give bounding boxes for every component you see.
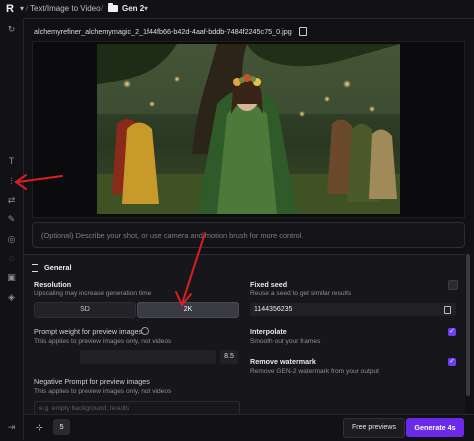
seed-input[interactable]: 1144356235 xyxy=(250,303,456,316)
presets-icon[interactable]: ◌ xyxy=(6,253,17,264)
prompt-weight-label: Prompt weight for preview images xyxy=(34,327,143,336)
collapse-sidebar-icon[interactable]: ⇥ xyxy=(6,422,17,433)
camera-motion-icon[interactable]: ⇄ xyxy=(6,195,17,206)
panel-scrollbar[interactable] xyxy=(466,254,470,396)
prompt-weight-hint: This applies to preview images only, not… xyxy=(34,338,172,345)
interpolate-checkbox[interactable]: ✓ xyxy=(448,328,456,336)
breadcrumb-separator: / xyxy=(26,4,29,13)
remove-watermark-hint: Remove GEN-2 watermark from your output xyxy=(250,368,379,375)
settings-sliders-icon[interactable]: ⫶ xyxy=(6,176,17,187)
info-icon[interactable] xyxy=(141,327,149,335)
breadcrumb-tool[interactable]: Text/Image to Video xyxy=(30,3,101,15)
runway-logo[interactable]: R xyxy=(6,3,18,15)
section-title: General xyxy=(44,263,72,272)
generate-button[interactable]: Generate 4s xyxy=(406,418,464,437)
top-bar: R ▾ / Text/Image to Video / Gen 2 ▾ xyxy=(0,0,474,19)
assets-icon[interactable]: ▣ xyxy=(6,272,17,283)
remove-watermark-label: Remove watermark xyxy=(250,357,316,366)
negative-prompt-hint: This applies to preview images only, not… xyxy=(34,388,172,395)
free-previews-button[interactable]: Free previews xyxy=(343,418,405,438)
breadcrumb-folder[interactable]: Gen 2 xyxy=(122,3,144,15)
fixed-seed-hint: Reuse a seed to get similar results xyxy=(250,290,352,297)
settings-lines-icon xyxy=(32,264,38,272)
layers-icon[interactable]: ◈ xyxy=(6,292,17,303)
copy-filename-icon[interactable] xyxy=(299,27,307,36)
fixed-seed-checkbox[interactable] xyxy=(448,280,458,290)
resolution-2k-button[interactable]: 2K xyxy=(137,302,239,318)
text-tool-icon[interactable]: T xyxy=(6,156,17,167)
history-icon[interactable]: ↻ xyxy=(6,24,17,35)
left-toolbar: ↻ T ⫶ ⇄ ✎ ◎ ◌ ▣ ◈ ⇥ xyxy=(0,18,24,440)
folder-icon xyxy=(108,3,118,12)
seed-value: 1144356235 xyxy=(254,306,293,313)
variations-icon: ⊹ xyxy=(36,423,43,432)
copy-seed-icon[interactable] xyxy=(444,306,451,314)
prompt-weight-value[interactable]: 8.5 xyxy=(220,350,238,364)
negative-prompt-placeholder: e.g. empty background, results xyxy=(39,405,130,412)
settings-panel: General Resolution Upscaling may increas… xyxy=(24,254,465,417)
fixed-seed-label: Fixed seed xyxy=(250,280,288,289)
remove-watermark-checkbox[interactable]: ✓ xyxy=(448,358,456,366)
folder-chevron-down-icon[interactable]: ▾ xyxy=(144,3,148,15)
resolution-sd-button[interactable]: SD xyxy=(34,302,136,318)
negative-prompt-label: Negative Prompt for preview images xyxy=(34,377,150,386)
prompt-placeholder: (Optional) Describe your shot, or use ca… xyxy=(41,231,304,240)
resolution-label: Resolution xyxy=(34,280,72,289)
asset-filename: alchemyrefiner_alchemymagic_2_1f44fb66-b… xyxy=(34,27,292,36)
interpolate-label: Interpolate xyxy=(250,327,287,336)
prompt-input[interactable]: (Optional) Describe your shot, or use ca… xyxy=(32,222,465,248)
prompt-weight-slider[interactable] xyxy=(80,350,216,364)
resolution-hint: Upscaling may increase generation time xyxy=(34,290,152,297)
motion-brush-icon[interactable]: ✎ xyxy=(6,214,17,225)
variation-count[interactable]: 5 xyxy=(53,419,70,435)
breadcrumb-separator: / xyxy=(101,4,104,13)
style-icon[interactable]: ◎ xyxy=(6,234,17,245)
interpolate-hint: Smooth out your frames xyxy=(250,338,321,345)
logo-chevron-down-icon[interactable]: ▾ xyxy=(20,3,24,15)
input-image xyxy=(97,44,400,214)
